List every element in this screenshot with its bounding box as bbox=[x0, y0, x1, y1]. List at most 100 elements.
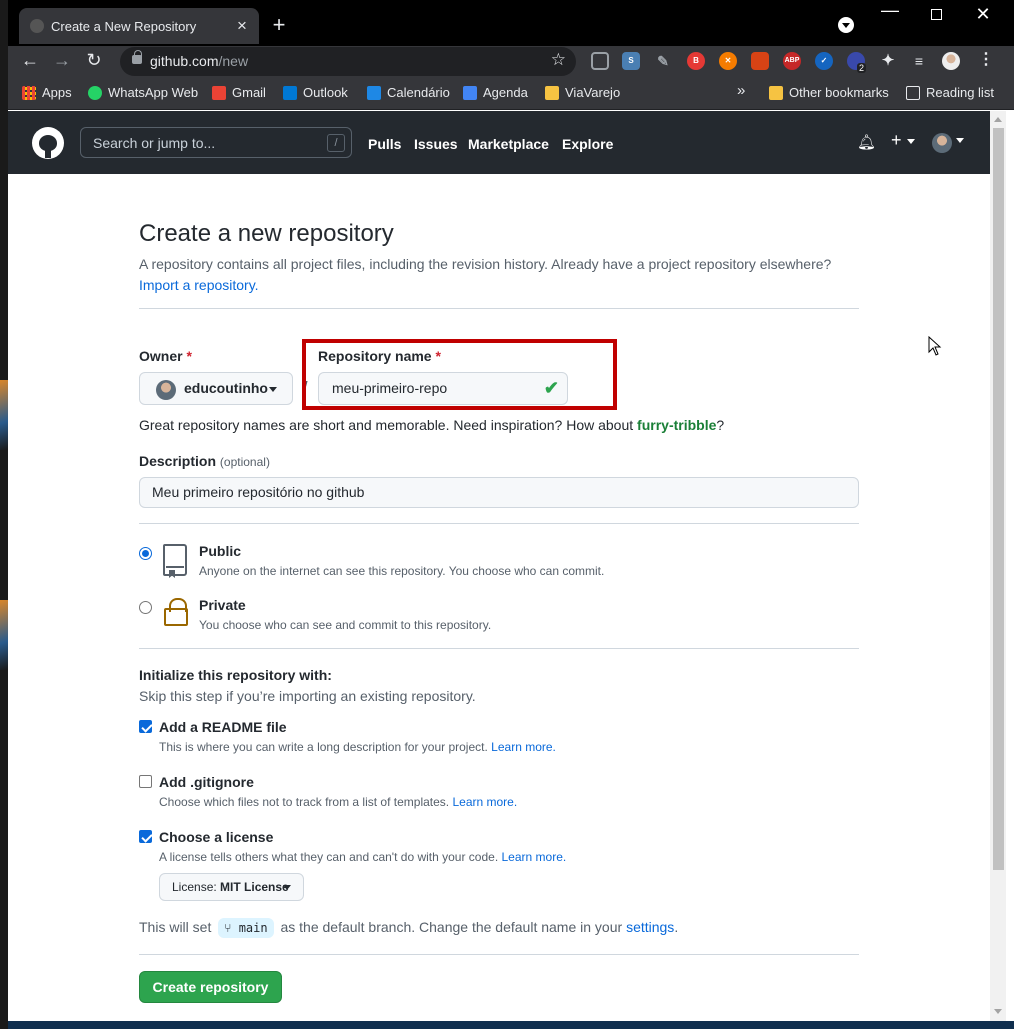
new-tab-button[interactable]: + bbox=[267, 14, 291, 36]
chevron-down-icon bbox=[283, 885, 291, 890]
notifications-bell-icon[interactable]: 🔔︎ bbox=[857, 133, 876, 151]
folder-icon bbox=[769, 85, 783, 100]
settings-link[interactable]: settings bbox=[626, 919, 674, 935]
divider bbox=[139, 954, 859, 955]
github-logo-icon[interactable] bbox=[32, 127, 64, 159]
bookmarks-bar: Apps WhatsApp Web Gmail Outlook Calendár… bbox=[8, 76, 1014, 110]
suggested-name-link[interactable]: furry-tribble bbox=[637, 417, 716, 433]
address-bar[interactable]: github.com/new ☆ bbox=[120, 47, 576, 76]
bookmark-calendario[interactable]: Calendário bbox=[367, 85, 450, 100]
github-favicon-icon bbox=[30, 19, 44, 33]
private-radio[interactable] bbox=[139, 601, 152, 614]
bookmarks-overflow-icon[interactable]: » bbox=[737, 82, 745, 99]
divider bbox=[139, 523, 859, 524]
extension-icon[interactable]: ✕ bbox=[719, 52, 737, 70]
init-note: Skip this step if you’re importing an ex… bbox=[139, 688, 476, 704]
bookmark-whatsapp[interactable]: WhatsApp Web bbox=[88, 85, 198, 100]
license-title: Choose a license bbox=[159, 829, 274, 845]
gitignore-checkbox[interactable] bbox=[139, 775, 152, 788]
folder-icon bbox=[545, 85, 559, 100]
scroll-down-arrow-icon[interactable] bbox=[994, 1009, 1002, 1014]
outlook-icon bbox=[283, 85, 297, 100]
owner-value: educoutinho bbox=[184, 380, 268, 396]
branch-name: ⑂ main bbox=[218, 918, 274, 938]
close-tab-icon[interactable]: × bbox=[233, 17, 251, 35]
check-extension-icon[interactable]: ✓ bbox=[815, 52, 833, 70]
readme-checkbox[interactable] bbox=[139, 720, 152, 733]
s-extension-icon[interactable]: S bbox=[622, 52, 640, 70]
other-bookmarks[interactable]: Other bookmarks bbox=[769, 85, 889, 100]
avatar-dropdown-caret-icon[interactable] bbox=[956, 132, 964, 150]
description-label: Description (optional) bbox=[139, 453, 270, 469]
divider bbox=[139, 648, 859, 649]
lock-icon bbox=[132, 50, 142, 64]
import-repository-link[interactable]: Import a repository. bbox=[139, 277, 259, 293]
repository-name-input[interactable]: meu-primeiro-repo ✔ bbox=[318, 372, 568, 405]
scroll-up-arrow-icon[interactable] bbox=[994, 117, 1002, 122]
license-learn-more-link[interactable]: Learn more. bbox=[502, 850, 567, 864]
bookmark-outlook[interactable]: Outlook bbox=[283, 85, 348, 100]
bookmark-apps[interactable]: Apps bbox=[22, 85, 72, 100]
nav-pulls[interactable]: Pulls bbox=[368, 136, 401, 152]
tab-bar: Create a New Repository × + — ✕ bbox=[8, 0, 1014, 50]
whatsapp-icon bbox=[88, 85, 102, 100]
back-arrow-icon[interactable]: ← bbox=[20, 50, 40, 70]
reading-list[interactable]: Reading list bbox=[906, 85, 994, 100]
maximize-button[interactable] bbox=[921, 7, 951, 25]
gitignore-note: Choose which files not to track from a l… bbox=[159, 795, 518, 809]
media-control-icon[interactable]: ≡ bbox=[910, 52, 928, 70]
nav-marketplace[interactable]: Marketplace bbox=[468, 136, 549, 152]
tab-search-button[interactable] bbox=[838, 17, 854, 33]
owner-select[interactable]: educoutinho bbox=[139, 372, 293, 405]
scrollbar-thumb[interactable] bbox=[993, 128, 1004, 870]
forward-arrow-icon[interactable]: → bbox=[52, 50, 72, 70]
pen-extension-icon[interactable]: ✎ bbox=[654, 52, 672, 70]
minimize-button[interactable]: — bbox=[875, 0, 905, 20]
calendar-icon bbox=[367, 85, 381, 100]
default-branch-note: This will set ⑂ main as the default bran… bbox=[139, 918, 678, 938]
create-new-plus-icon[interactable]: + bbox=[891, 130, 915, 151]
bookmark-viavarejo[interactable]: ViaVarejo bbox=[545, 85, 620, 100]
nav-explore[interactable]: Explore bbox=[562, 136, 613, 152]
description-input[interactable]: Meu primeiro repositório no github bbox=[139, 477, 859, 508]
bookmark-agenda[interactable]: Agenda bbox=[463, 85, 528, 100]
url-text: github.com/new bbox=[150, 53, 249, 69]
user-avatar[interactable] bbox=[932, 133, 952, 153]
private-note: You choose who can see and commit to thi… bbox=[199, 618, 492, 632]
reload-icon[interactable]: ↻ bbox=[84, 50, 104, 70]
profile-avatar[interactable] bbox=[942, 52, 960, 70]
bookmark-star-icon[interactable]: ☆ bbox=[551, 50, 566, 70]
browser-window: Create a New Repository × + — ✕ ← → ↻ gi… bbox=[8, 0, 1014, 1021]
gitignore-learn-more-link[interactable]: Learn more. bbox=[452, 795, 517, 809]
nav-issues[interactable]: Issues bbox=[414, 136, 458, 152]
tab-title: Create a New Repository bbox=[51, 18, 197, 34]
owner-avatar bbox=[156, 380, 176, 400]
git-branch-icon: ⑂ bbox=[224, 921, 232, 935]
puzzle-extensions-icon[interactable]: ✦ bbox=[879, 52, 897, 70]
adblock-extension-icon[interactable]: ABP bbox=[783, 52, 801, 70]
name-hint: Great repository names are short and mem… bbox=[139, 417, 725, 433]
extension-icon[interactable] bbox=[751, 52, 769, 70]
readme-learn-more-link[interactable]: Learn more. bbox=[491, 740, 556, 754]
gitignore-title: Add .gitignore bbox=[159, 774, 254, 790]
public-radio[interactable] bbox=[139, 547, 152, 560]
extension-icon[interactable]: B bbox=[687, 52, 705, 70]
close-window-button[interactable]: ✕ bbox=[968, 4, 998, 24]
valid-check-icon: ✔ bbox=[543, 378, 559, 398]
search-input[interactable]: Search or jump to... / bbox=[80, 127, 352, 158]
page-subtitle: A repository contains all project files,… bbox=[139, 256, 832, 293]
license-select[interactable]: License: MIT License bbox=[159, 873, 304, 901]
bookmark-gmail[interactable]: Gmail bbox=[212, 85, 266, 100]
gmail-icon bbox=[212, 85, 226, 100]
desktop-wallpaper-stripe bbox=[0, 380, 8, 450]
chrome-menu-icon[interactable]: ⋮ bbox=[978, 50, 994, 70]
page-title: Create a new repository bbox=[139, 220, 394, 247]
apps-grid-icon bbox=[22, 85, 36, 100]
lock-icon bbox=[164, 598, 188, 626]
pocket-extension-icon[interactable] bbox=[591, 52, 609, 70]
reading-list-icon bbox=[906, 85, 920, 100]
browser-tab[interactable]: Create a New Repository × bbox=[19, 8, 259, 44]
create-repository-button[interactable]: Create repository bbox=[139, 971, 282, 1003]
license-checkbox[interactable] bbox=[139, 830, 152, 843]
license-note: A license tells others what they can and… bbox=[159, 850, 567, 864]
